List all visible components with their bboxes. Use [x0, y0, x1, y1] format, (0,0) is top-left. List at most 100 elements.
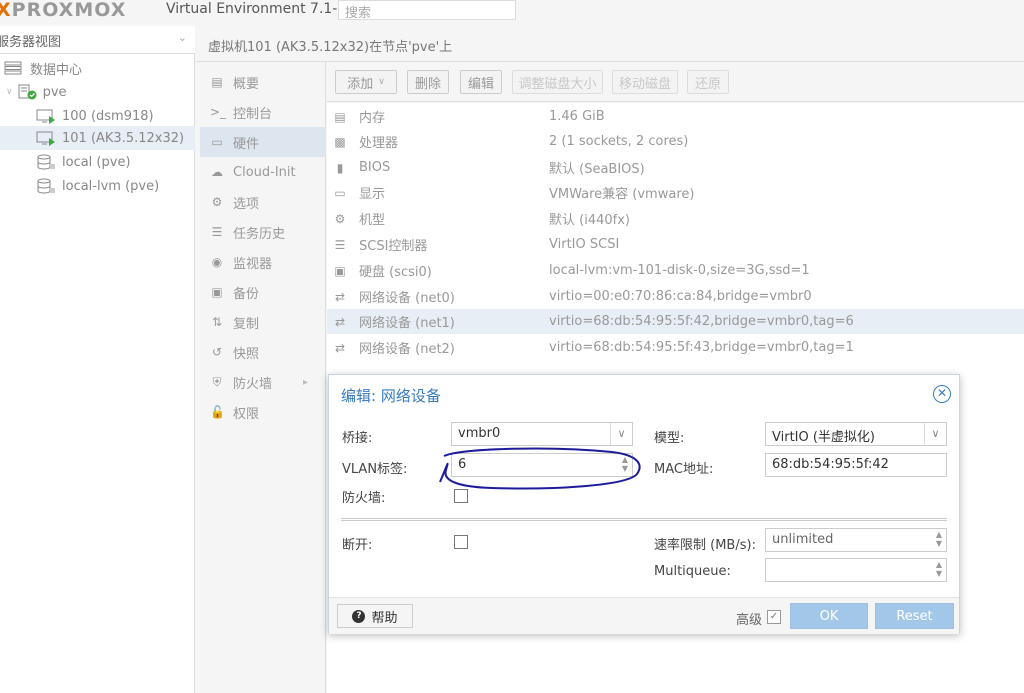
- model-label: 模型:: [654, 431, 685, 446]
- desktop-icon: ▭: [334, 185, 346, 200]
- cloud-icon: ☁: [211, 165, 223, 179]
- tree-item-datacenter[interactable]: 数据中心: [0, 56, 195, 80]
- chevron-down-icon: ∨: [924, 423, 946, 445]
- ok-button[interactable]: OK: [790, 603, 868, 629]
- chevron-down-icon: ∨: [610, 423, 632, 445]
- menu-item-summary[interactable]: ▤ 概要: [200, 67, 326, 97]
- exchange-icon: ⇄: [334, 340, 346, 355]
- bridge-select[interactable]: vmbr0 ∨: [451, 422, 633, 446]
- reset-button[interactable]: Reset: [875, 603, 954, 629]
- cpu-icon: ▩: [334, 134, 346, 149]
- add-button[interactable]: 添加 ∨: [335, 70, 397, 94]
- menu-item-snapshots[interactable]: ↺ 快照: [200, 337, 326, 367]
- disconnect-checkbox[interactable]: [454, 535, 468, 549]
- terminal-icon: >_: [210, 105, 227, 119]
- multiqueue-label: Multiqueue:: [654, 564, 731, 579]
- node-online-icon: [18, 84, 37, 100]
- menu-item-cloudinit[interactable]: ☁ Cloud-Init: [200, 157, 326, 187]
- memory-icon: ▤: [334, 109, 346, 124]
- spinner-icon[interactable]: ▲ ▼: [936, 530, 942, 548]
- menu-item-replication[interactable]: ⇅ 复制: [200, 307, 326, 337]
- hardware-row[interactable]: ▣ 硬盘 (scsi0) local-lvm:vm-101-disk-0,size=…: [327, 258, 1024, 283]
- advanced-checkbox[interactable]: ✓: [767, 610, 781, 624]
- tree-item-label: 100 (dsm918): [62, 108, 154, 124]
- eye-icon: ◉: [211, 255, 223, 269]
- tree-item-label: 101 (AK3.5.12x32): [62, 130, 185, 146]
- menu-item-options[interactable]: ⚙ 选项: [200, 187, 326, 217]
- hardware-row[interactable]: ⇄ 网络设备 (net2) virtio=68:db:54:95:5f:43,bri…: [327, 335, 1024, 360]
- spinner-icon[interactable]: ▲ ▼: [936, 560, 942, 578]
- revert-button[interactable]: 还原: [687, 70, 729, 94]
- gear-icon: ⚙: [211, 195, 223, 209]
- model-select[interactable]: VirtIO (半虚拟化) ∨: [765, 422, 947, 446]
- exchange-icon: ⇄: [334, 314, 346, 329]
- menu-item-backup[interactable]: ▣ 备份: [200, 277, 326, 307]
- tree-item-label: local (pve): [62, 154, 131, 170]
- tree-item-label: 数据中心: [30, 62, 83, 78]
- vm-running-icon: [36, 109, 55, 124]
- hdd-icon: ▣: [334, 263, 346, 278]
- rate-limit-input[interactable]: unlimited ▲ ▼: [765, 528, 947, 552]
- tree-item-pve[interactable]: ∨ pve: [0, 80, 195, 104]
- hardware-row[interactable]: ▭ 显示 VMWare兼容 (vmware): [327, 180, 1024, 205]
- monitor-icon: ▭: [211, 135, 223, 149]
- hardware-row[interactable]: ☰ SCSI控制器 VirtIO SCSI: [327, 232, 1024, 257]
- move-disk-button[interactable]: 移动磁盘: [612, 70, 678, 94]
- hardware-row[interactable]: ⚙ 机型 默认 (i440fx): [327, 206, 1024, 231]
- annotation-ellipse: [439, 447, 641, 490]
- view-selector-label: 服务器视图: [0, 35, 62, 50]
- menu-item-task-history[interactable]: ☰ 任务历史: [200, 217, 326, 247]
- version-label: Virtual Environment 7.1-7: [166, 1, 347, 17]
- menu-item-hardware[interactable]: ▭ 硬件: [200, 127, 326, 157]
- vlan-label: VLAN标签:: [342, 462, 408, 477]
- hardware-toolbar: 添加 ∨ 删除 编辑 调整磁盘大小 移动磁盘 还原: [327, 62, 1024, 102]
- vm-running-icon: [36, 131, 55, 146]
- tree-item-vm100[interactable]: 100 (dsm918): [0, 104, 195, 128]
- advanced-label: 高级: [736, 613, 763, 628]
- hardware-row[interactable]: ▤ 内存 1.46 GiB: [327, 104, 1024, 129]
- storage-icon: [37, 154, 55, 170]
- tree-item-local[interactable]: local (pve): [0, 150, 195, 174]
- hardware-row[interactable]: ⇄ 网络设备 (net0) virtio=00:e0:70:86:ca:84,bri…: [327, 284, 1024, 309]
- bridge-label: 桥接:: [342, 431, 373, 446]
- history-icon: ↺: [211, 345, 223, 359]
- mac-label: MAC地址:: [654, 462, 714, 477]
- hardware-grid: ▤ 内存 1.46 GiB ▩ 处理器 2 (1 sockets, 2 cores) ▮…: [327, 103, 1024, 363]
- chevron-right-icon: ▸: [302, 376, 308, 388]
- book-icon: ▤: [211, 75, 223, 89]
- help-button[interactable]: ? 帮助: [337, 604, 413, 628]
- tree-item-label: pve: [42, 84, 67, 100]
- close-icon[interactable]: ✕: [933, 385, 951, 403]
- multiqueue-input[interactable]: ▲ ▼: [765, 558, 947, 582]
- dialog-footer: ? 帮助 高级 ✓ OK Reset: [329, 597, 959, 634]
- hardware-row[interactable]: ▩ 处理器 2 (1 sockets, 2 cores): [327, 129, 1024, 154]
- breadcrumb: 虚拟机101 (AK3.5.12x32)在节点'pve'上: [196, 26, 1024, 62]
- menu-item-console[interactable]: >_ 控制台: [200, 97, 326, 127]
- edit-button[interactable]: 编辑: [460, 70, 502, 94]
- mac-address-input[interactable]: 68:db:54:95:5f:42: [765, 453, 947, 477]
- server-icon: [4, 61, 22, 75]
- page-title: 虚拟机101 (AK3.5.12x32)在节点'pve'上: [208, 40, 453, 55]
- tree-item-local-lvm[interactable]: local-lvm (pve): [0, 174, 195, 198]
- cogs-icon: ⚙: [334, 211, 346, 226]
- tree-item-vm101[interactable]: 101 (AK3.5.12x32): [0, 126, 195, 150]
- menu-item-firewall[interactable]: ⛨ 防火墙 ▸: [200, 367, 326, 397]
- resize-disk-button[interactable]: 调整磁盘大小: [512, 70, 603, 94]
- firewall-label: 防火墙:: [342, 491, 386, 506]
- remove-button[interactable]: 删除: [407, 70, 449, 94]
- retweet-icon: ⇅: [211, 315, 223, 329]
- view-selector[interactable]: 服务器视图 ⌄: [0, 26, 195, 54]
- menu-item-monitor[interactable]: ◉ 监视器: [200, 247, 326, 277]
- question-icon: ?: [352, 609, 366, 623]
- unlock-icon: 🔓: [210, 405, 225, 419]
- logo-text: PROXMOX: [11, 0, 127, 21]
- menu-item-permissions[interactable]: 🔓 权限: [200, 397, 326, 427]
- hardware-row[interactable]: ▮ BIOS 默认 (SeaBIOS): [327, 155, 1024, 180]
- proxmox-logo: XPROXMOX: [0, 0, 127, 21]
- storage-icon: [37, 178, 55, 194]
- microchip-icon: ▮: [336, 160, 344, 175]
- shield-icon: ⛨: [212, 375, 222, 389]
- chevron-down-icon: ∨: [378, 77, 385, 87]
- hardware-row[interactable]: ⇄ 网络设备 (net1) virtio=68:db:54:95:5f:42,bri…: [327, 309, 1024, 334]
- search-input[interactable]: 搜索: [338, 0, 516, 21]
